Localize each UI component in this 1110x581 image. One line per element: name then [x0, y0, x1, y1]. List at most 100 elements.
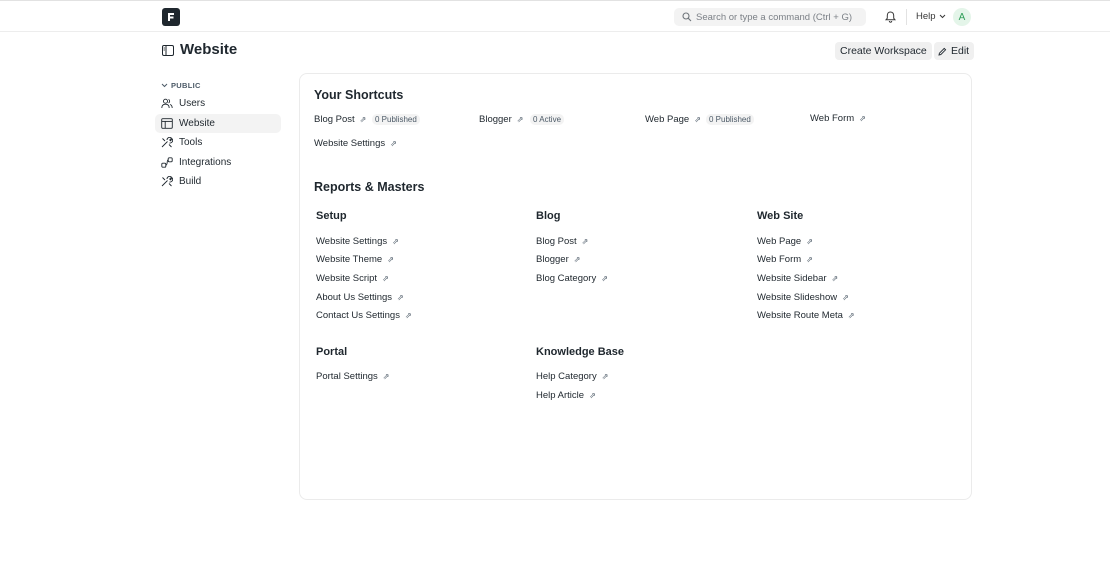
link-label: Help Article [536, 390, 585, 401]
edit-label: Edit [951, 45, 970, 57]
link-label: Website Script [316, 273, 378, 284]
shortcut-website-settings[interactable]: Website Settings ⇗ [314, 138, 397, 149]
link-contact-us-settings[interactable]: Contact Us Settings ⇗ [316, 310, 412, 321]
build-icon [161, 176, 173, 187]
arrow-up-right-icon: ⇗ [601, 274, 608, 283]
group-title-portal: Portal [316, 346, 348, 358]
arrow-up-right-icon: ⇗ [859, 114, 866, 123]
shortcut-count-badge: 0 Active [530, 114, 565, 125]
help-label: Help [916, 11, 936, 22]
arrow-up-right-icon: ⇗ [589, 391, 596, 400]
arrow-up-right-icon: ⇗ [847, 311, 855, 320]
sidebar-item-website[interactable]: Website [155, 114, 281, 133]
shortcut-blog-post[interactable]: Blog Post ⇗ [314, 114, 366, 125]
link-label: Website Route Meta [757, 310, 843, 321]
sidebar-item-build[interactable]: Build [155, 172, 281, 191]
arrow-up-right-icon: ⇗ [516, 115, 524, 124]
chevron-down-icon [939, 14, 945, 19]
link-label: Website Theme [316, 254, 383, 265]
logo-icon [168, 13, 174, 21]
web-icon [161, 118, 173, 129]
shortcut-blogger[interactable]: Blogger ⇗ [479, 114, 523, 125]
search-bar[interactable] [674, 8, 866, 26]
sidebar-item-users[interactable]: Users [155, 94, 281, 113]
link-label: Website Settings [316, 236, 388, 247]
create-workspace-button[interactable]: Create Workspace [835, 42, 932, 60]
link-website-script[interactable]: Website Script ⇗ [316, 273, 389, 284]
arrow-up-right-icon: ⇗ [842, 293, 849, 302]
shortcut-web-form[interactable]: Web Form ⇗ [810, 113, 866, 124]
arrow-up-right-icon: ⇗ [392, 237, 399, 246]
link-label: Contact Us Settings [316, 310, 400, 321]
arrow-up-right-icon: ⇗ [806, 237, 813, 246]
chevron-down-icon [161, 83, 168, 88]
arrow-up-right-icon: ⇗ [806, 255, 813, 264]
users-icon [161, 98, 173, 109]
shortcuts-title: Your Shortcuts [314, 88, 404, 102]
edit-button[interactable]: Edit [934, 42, 975, 60]
link-blogger[interactable]: Blogger ⇗ [536, 254, 580, 265]
notification-bell-icon[interactable] [885, 11, 896, 23]
sidebar-toggle-icon[interactable] [162, 45, 174, 56]
pencil-icon [938, 47, 947, 56]
sidebar-item-label: Users [179, 98, 206, 109]
help-dropdown[interactable]: Help [916, 11, 946, 22]
link-blog-category[interactable]: Blog Category ⇗ [536, 273, 608, 284]
link-website-slideshow[interactable]: Website Slideshow ⇗ [757, 292, 849, 303]
link-label: Web Page [757, 236, 802, 247]
arrow-up-right-icon: ⇗ [390, 139, 397, 148]
link-portal-settings[interactable]: Portal Settings ⇗ [316, 371, 390, 382]
shortcut-count-badge: 0 Published [372, 114, 420, 125]
link-label: Blogger [536, 254, 569, 265]
sidebar-section-public[interactable]: PUBLIC [161, 81, 201, 90]
user-avatar[interactable]: A [953, 8, 971, 26]
tools-icon [161, 137, 173, 148]
arrow-up-right-icon: ⇗ [397, 293, 404, 302]
link-website-sidebar[interactable]: Website Sidebar ⇗ [757, 273, 838, 284]
reports-title: Reports & Masters [314, 180, 425, 194]
sidebar-item-label: Build [179, 176, 202, 187]
link-label: Blog Category [536, 273, 597, 284]
page-title: Website [180, 41, 238, 58]
link-web-form[interactable]: Web Form ⇗ [757, 254, 813, 265]
sidebar-item-label: Integrations [179, 157, 232, 168]
search-icon [682, 12, 692, 22]
group-title-blog: Blog [536, 210, 561, 222]
link-label: Website Slideshow [757, 292, 838, 303]
shortcut-label: Blogger [479, 114, 512, 125]
link-blog-post[interactable]: Blog Post ⇗ [536, 236, 588, 247]
group-title-web-site: Web Site [757, 210, 804, 222]
sidebar-item-integrations[interactable]: Integrations [155, 153, 281, 172]
arrow-up-right-icon: ⇗ [694, 115, 701, 124]
shortcut-web-page[interactable]: Web Page ⇗ [645, 114, 701, 125]
group-title-knowledge-base: Knowledge Base [536, 346, 625, 358]
link-label: Portal Settings [316, 371, 378, 382]
sidebar-item-label: Website [179, 118, 215, 129]
link-help-category[interactable]: Help Category ⇗ [536, 371, 608, 382]
integrations-icon [161, 157, 173, 168]
link-about-us-settings[interactable]: About Us Settings ⇗ [316, 292, 404, 303]
arrow-up-right-icon: ⇗ [581, 237, 589, 246]
arrow-up-right-icon: ⇗ [382, 372, 390, 381]
shortcut-label: Web Page [645, 114, 690, 125]
shortcut-count-badge: 0 Published [706, 114, 754, 125]
link-website-settings[interactable]: Website Settings ⇗ [316, 236, 399, 247]
search-input[interactable] [696, 8, 862, 26]
arrow-up-right-icon: ⇗ [387, 255, 394, 264]
arrow-up-right-icon: ⇗ [601, 372, 609, 381]
link-website-theme[interactable]: Website Theme ⇗ [316, 254, 394, 265]
workspace-card: Your Shortcuts Blog Post ⇗ 0 Published B… [299, 73, 972, 500]
arrow-up-right-icon: ⇗ [359, 115, 367, 124]
page-header: Website Create Workspace Edit [0, 32, 1110, 70]
link-help-article[interactable]: Help Article ⇗ [536, 390, 596, 401]
link-web-page[interactable]: Web Page ⇗ [757, 236, 813, 247]
arrow-up-right-icon: ⇗ [573, 255, 581, 264]
arrow-up-right-icon: ⇗ [831, 274, 839, 283]
sidebar-section-label: PUBLIC [171, 81, 201, 90]
sidebar-item-tools[interactable]: Tools [155, 133, 281, 152]
app-logo[interactable] [162, 8, 180, 26]
arrow-up-right-icon: ⇗ [404, 311, 412, 320]
link-website-route-meta[interactable]: Website Route Meta ⇗ [757, 310, 855, 321]
navbar: Help A [0, 0, 1110, 32]
sidebar-item-label: Tools [179, 137, 203, 148]
